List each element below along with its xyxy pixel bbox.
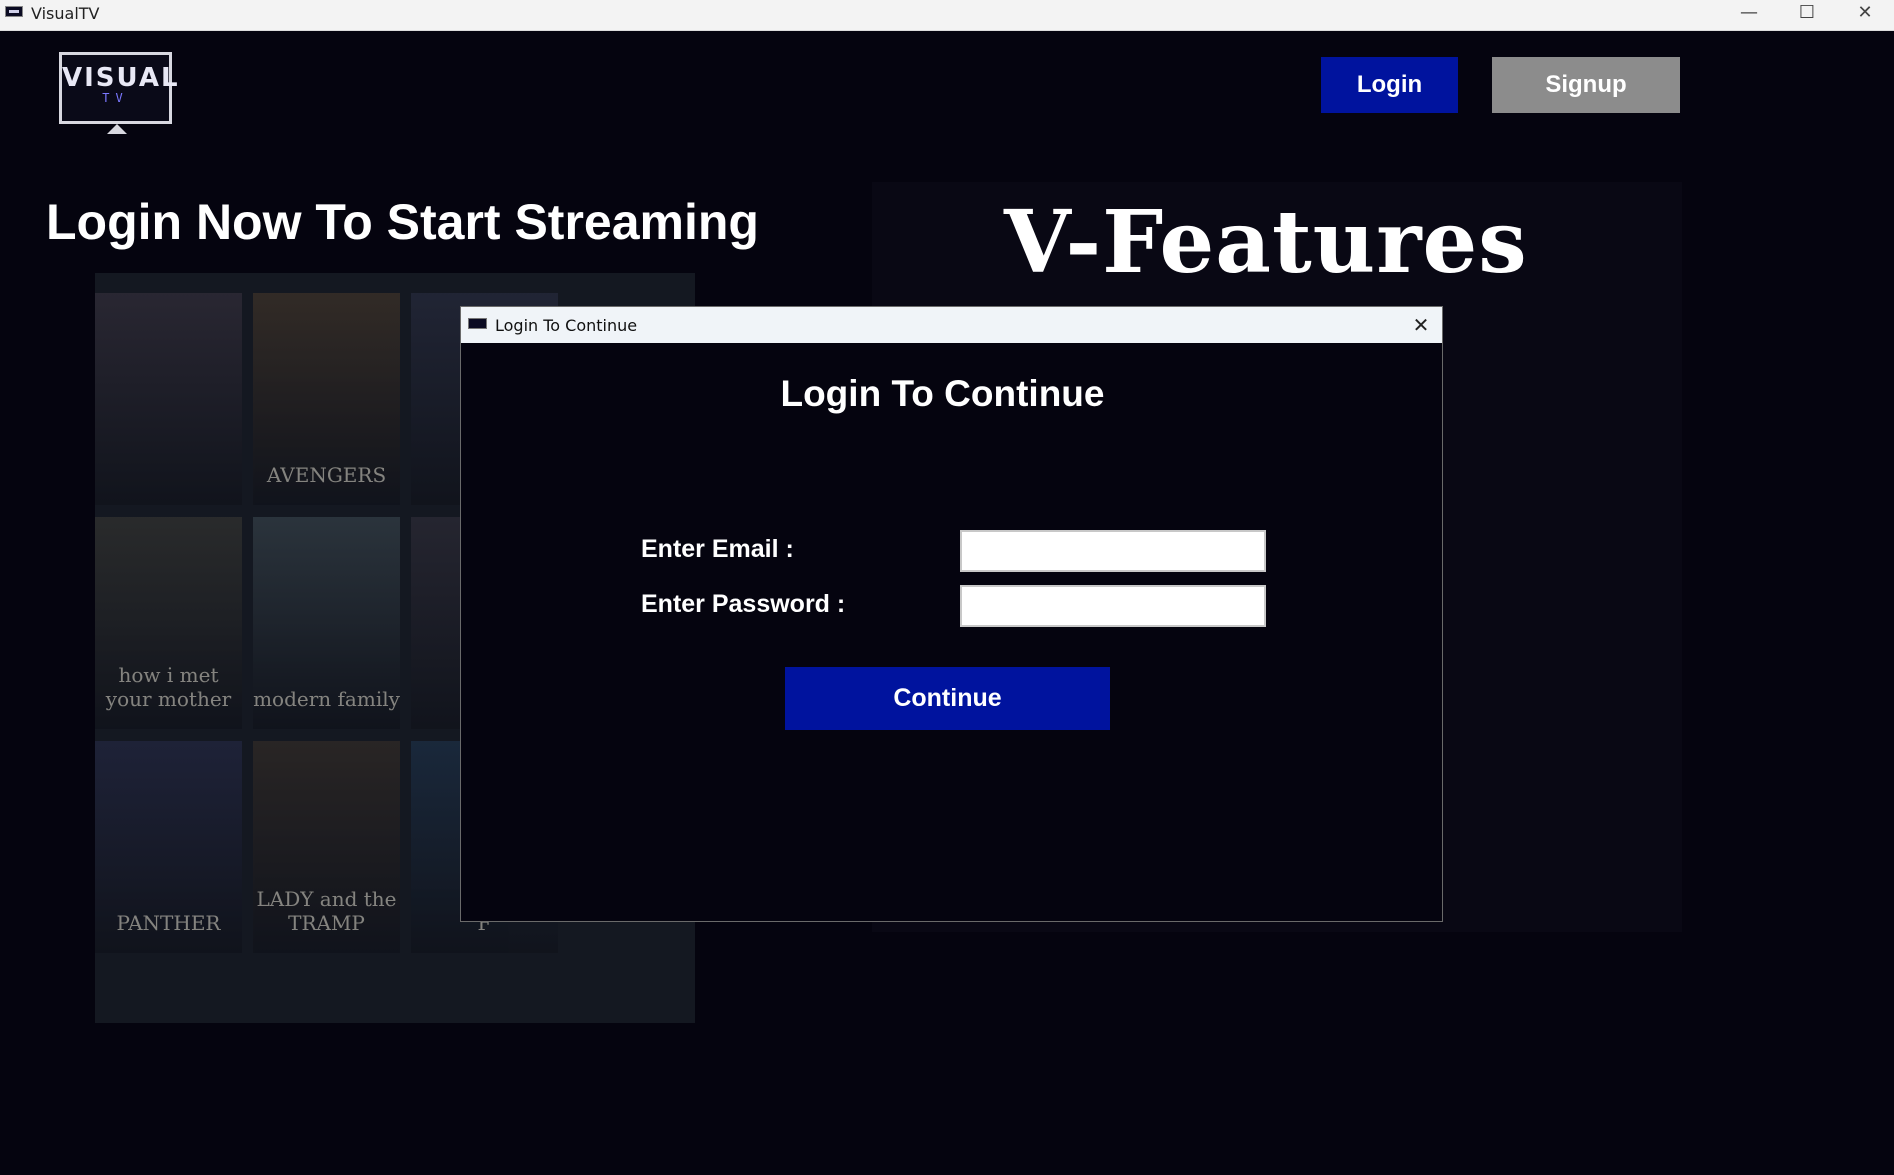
- dialog-app-icon: [468, 318, 487, 329]
- password-input[interactable]: [960, 585, 1266, 627]
- dialog-close-button[interactable]: ✕: [1406, 310, 1436, 340]
- close-window-button[interactable]: ✕: [1836, 0, 1894, 30]
- window-title: VisualTV: [31, 4, 100, 23]
- logo-stand: [107, 124, 127, 134]
- logo-text-visual: VISUAL: [62, 63, 180, 93]
- window-titlebar: VisualTV — ☐ ✕: [0, 0, 1894, 31]
- app-icon: [5, 6, 23, 17]
- hero-title: Login Now To Start Streaming: [46, 194, 759, 250]
- login-dialog: Login To Continue ✕ Login To Continue En…: [460, 306, 1443, 922]
- poster-0: [95, 293, 242, 505]
- poster-6: PANTHER: [95, 741, 242, 953]
- poster-3-title: how i met your mother: [105, 663, 232, 711]
- poster-7: LADY and the TRAMP: [253, 741, 400, 953]
- features-title: V-Features: [1004, 192, 1528, 293]
- password-label: Enter Password :: [641, 590, 846, 618]
- maximize-button[interactable]: ☐: [1778, 0, 1836, 30]
- dialog-titlebar: Login To Continue ✕: [461, 307, 1442, 343]
- minimize-button[interactable]: —: [1720, 0, 1778, 30]
- poster-6-title: PANTHER: [116, 911, 221, 935]
- login-button[interactable]: Login: [1321, 57, 1458, 113]
- poster-1: AVENGERS: [253, 293, 400, 505]
- dialog-heading: Login To Continue: [780, 373, 1105, 414]
- poster-1-title: AVENGERS: [266, 463, 387, 487]
- poster-3: how i met your mother: [95, 517, 242, 729]
- continue-button[interactable]: Continue: [785, 667, 1110, 730]
- poster-4-title: modern family: [253, 687, 400, 711]
- logo-text-tv: TV: [102, 91, 129, 105]
- poster-7-title: LADY and the TRAMP: [256, 887, 397, 935]
- signup-button[interactable]: Signup: [1492, 57, 1680, 113]
- email-label: Enter Email :: [641, 535, 794, 563]
- visual-tv-logo: VISUAL TV: [59, 52, 180, 124]
- poster-4: modern family: [253, 517, 400, 729]
- email-input[interactable]: [960, 530, 1266, 572]
- dialog-title: Login To Continue: [495, 316, 638, 335]
